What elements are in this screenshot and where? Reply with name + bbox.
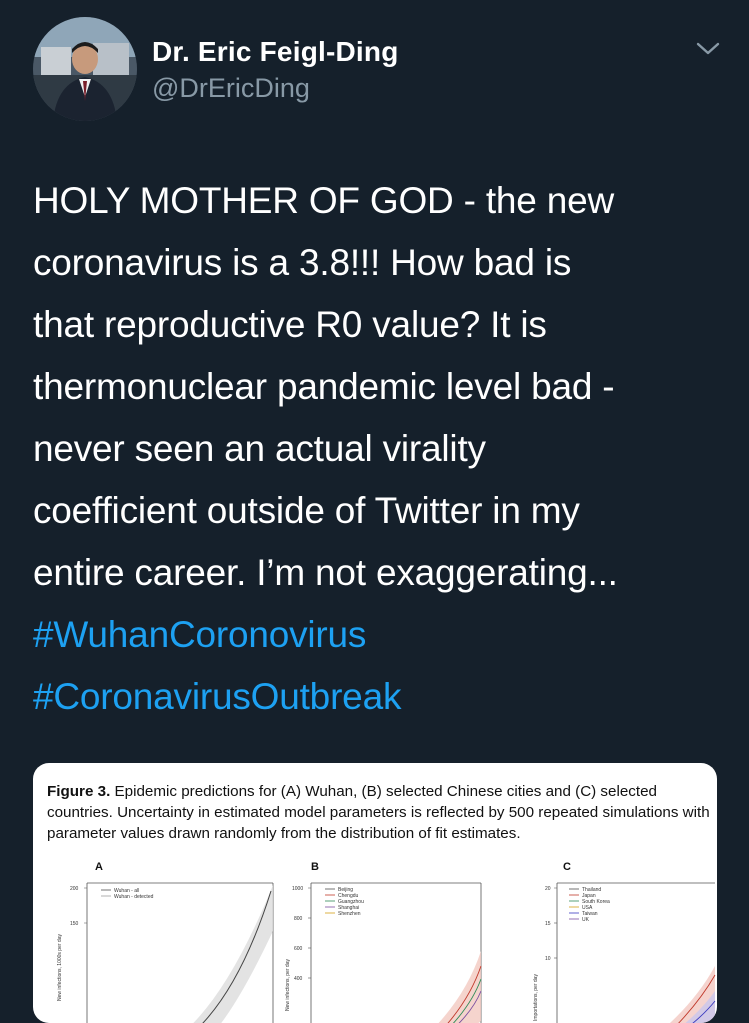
y-tick-label: 150 xyxy=(70,921,79,927)
y-tick-label: 1000 xyxy=(292,886,303,892)
figure-label: Figure 3. xyxy=(47,783,111,800)
y-axis-label: New infections, per day xyxy=(285,959,291,1011)
y-tick-label: 200 xyxy=(70,886,79,892)
figure-caption: Figure 3. Epidemic predictions for (A) W… xyxy=(47,781,717,844)
figure-panel-a: A New infections, 1000s per day 200 150 … xyxy=(55,861,275,1023)
figure-panel-c: C Importations, per day 20 15 10 Thailan… xyxy=(511,861,717,1023)
tweet-header: Dr. Eric Feigl-Ding @DrEricDing xyxy=(0,0,749,140)
y-tick-label: 10 xyxy=(545,956,551,962)
chevron-down-icon[interactable] xyxy=(694,38,722,58)
panel-b-plot: New infections, per day 1000 800 600 400… xyxy=(285,882,482,1023)
tweet-text: HOLY MOTHER OF GOD - the new coronavirus… xyxy=(33,180,618,593)
author-name[interactable]: Dr. Eric Feigl-Ding xyxy=(152,36,399,68)
y-tick-label: 15 xyxy=(545,921,551,927)
legend-entry: UK xyxy=(582,917,590,923)
figure-panel-b: B New infections, per day 1000 800 600 4… xyxy=(281,861,501,1023)
y-tick-label: 20 xyxy=(545,886,551,892)
avatar[interactable] xyxy=(33,17,137,121)
figure-caption-text: Epidemic predictions for (A) Wuhan, (B) … xyxy=(47,783,710,842)
y-axis-label: Importations, per day xyxy=(533,974,539,1021)
y-axis-label: New infections, 1000s per day xyxy=(57,934,63,1001)
y-tick-label: 600 xyxy=(294,946,303,952)
legend-entry: Shenzhen xyxy=(338,911,361,917)
legend-entry: Wuhan - detected xyxy=(114,894,154,900)
hashtag-link[interactable]: #WuhanCoronovirus xyxy=(33,604,366,666)
tweet-media-image[interactable]: Figure 3. Epidemic predictions for (A) W… xyxy=(33,763,717,1023)
y-tick-label: 800 xyxy=(294,916,303,922)
hashtag-link[interactable]: #CoronavirusOutbreak xyxy=(33,666,401,728)
panel-a-plot: New infections, 1000s per day 200 150 Wu… xyxy=(57,882,274,1023)
y-tick-label: 400 xyxy=(294,976,303,982)
avatar-photo xyxy=(33,17,137,121)
author-handle[interactable]: @DrEricDing xyxy=(152,73,310,104)
panel-c-plot: Importations, per day 20 15 10 Thailand … xyxy=(533,882,716,1023)
